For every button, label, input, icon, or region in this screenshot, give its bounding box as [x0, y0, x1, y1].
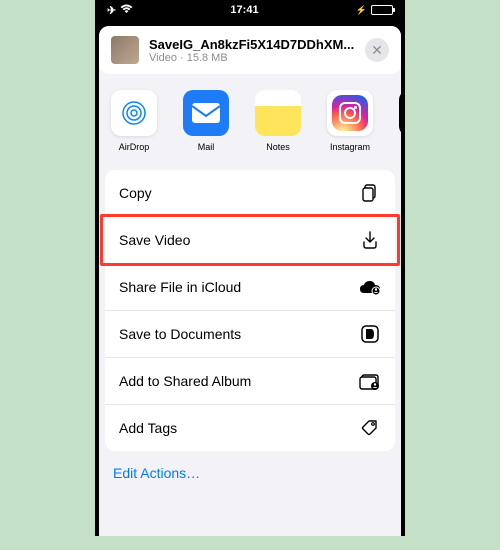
action-save-documents-label: Save to Documents	[119, 326, 241, 342]
tag-icon	[359, 417, 381, 439]
mail-label: Mail	[198, 142, 215, 152]
share-sheet: SaveIG_An8kzFi5X14D7DDhXM... Video · 15.…	[99, 26, 401, 536]
airdrop-icon	[111, 90, 157, 136]
action-copy[interactable]: Copy	[105, 170, 395, 217]
share-tiktok[interactable]: T	[395, 90, 401, 152]
instagram-label: Instagram	[330, 142, 370, 152]
notes-label: Notes	[266, 142, 290, 152]
notes-icon	[255, 90, 301, 136]
shared-album-icon	[359, 370, 381, 392]
action-save-video[interactable]: Save Video	[105, 217, 395, 264]
action-copy-label: Copy	[119, 185, 152, 201]
airplane-icon: ✈	[107, 4, 116, 17]
actions-list: Copy Save Video Share File in iCloud Sav…	[105, 170, 395, 451]
action-add-shared-album[interactable]: Add to Shared Album	[105, 358, 395, 405]
charging-icon: ⚡	[356, 5, 367, 16]
close-button[interactable]: ✕	[365, 38, 389, 62]
status-time: 17:41	[230, 4, 258, 16]
close-icon: ✕	[371, 42, 383, 59]
file-name: SaveIG_An8kzFi5X14D7DDhXM...	[149, 37, 355, 52]
copy-icon	[359, 182, 381, 204]
action-save-video-label: Save Video	[119, 232, 190, 248]
edit-actions-button[interactable]: Edit Actions…	[99, 451, 401, 495]
phone-frame: ✈ 17:41 ⚡ SaveIG_An8kzFi5X14D7DDhXM... V…	[95, 0, 405, 536]
tiktok-icon	[399, 90, 401, 136]
action-add-shared-album-label: Add to Shared Album	[119, 373, 251, 389]
action-share-icloud[interactable]: Share File in iCloud	[105, 264, 395, 311]
battery-icon	[371, 5, 393, 15]
share-mail[interactable]: Mail	[179, 90, 233, 152]
file-thumbnail	[111, 36, 139, 64]
status-left: ✈	[107, 4, 133, 17]
file-header: SaveIG_An8kzFi5X14D7DDhXM... Video · 15.…	[99, 26, 401, 74]
instagram-icon	[327, 90, 373, 136]
airdrop-label: AirDrop	[119, 142, 150, 152]
file-info: SaveIG_An8kzFi5X14D7DDhXM... Video · 15.…	[149, 37, 355, 64]
action-save-documents[interactable]: Save to Documents	[105, 311, 395, 358]
status-right: ⚡	[356, 5, 393, 16]
share-notes[interactable]: Notes	[251, 90, 305, 152]
mail-icon	[183, 90, 229, 136]
share-apps-row: AirDrop Mail Notes Instagram T	[99, 74, 401, 164]
file-meta: Video · 15.8 MB	[149, 52, 355, 64]
share-airdrop[interactable]: AirDrop	[107, 90, 161, 152]
documents-icon	[359, 323, 381, 345]
download-icon	[359, 229, 381, 251]
icloud-share-icon	[359, 276, 381, 298]
share-instagram[interactable]: Instagram	[323, 90, 377, 152]
action-add-tags[interactable]: Add Tags	[105, 405, 395, 451]
wifi-icon	[120, 4, 133, 17]
action-add-tags-label: Add Tags	[119, 420, 177, 436]
action-share-icloud-label: Share File in iCloud	[119, 279, 241, 295]
status-bar: ✈ 17:41 ⚡	[95, 0, 405, 20]
